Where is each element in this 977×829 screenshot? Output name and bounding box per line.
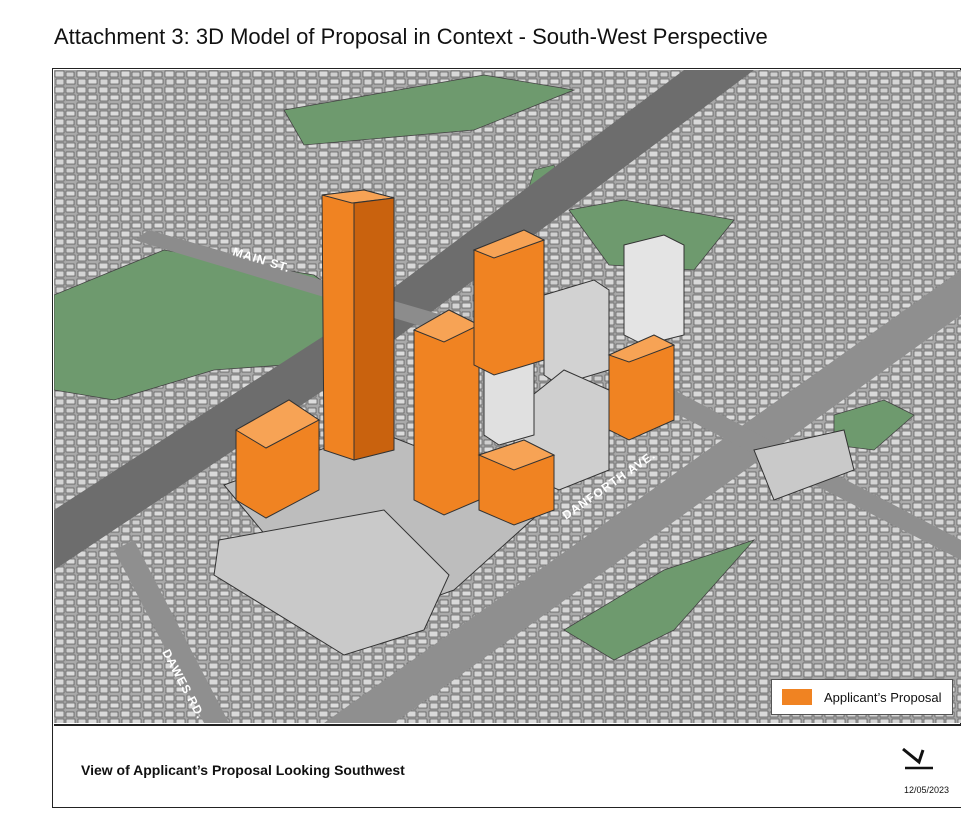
legend-swatch	[782, 689, 812, 705]
caption-text: View of Applicant’s Proposal Looking Sou…	[81, 762, 405, 778]
caption-date: 12/05/2023	[903, 785, 949, 795]
north-arrow-icon	[902, 747, 933, 770]
model-view: MAIN ST. DANFORTH AVE. DAWES RD. Applica…	[54, 70, 961, 723]
legend: Applicant’s Proposal	[771, 679, 953, 715]
figure-frame: MAIN ST. DANFORTH AVE. DAWES RD. Applica…	[52, 68, 961, 808]
document-title: Attachment 3: 3D Model of Proposal in Co…	[54, 24, 768, 49]
caption-bar: View of Applicant’s Proposal Looking Sou…	[54, 724, 961, 807]
legend-label: Applicant’s Proposal	[824, 689, 942, 705]
model-render: MAIN ST. DANFORTH AVE. DAWES RD.	[54, 70, 961, 723]
